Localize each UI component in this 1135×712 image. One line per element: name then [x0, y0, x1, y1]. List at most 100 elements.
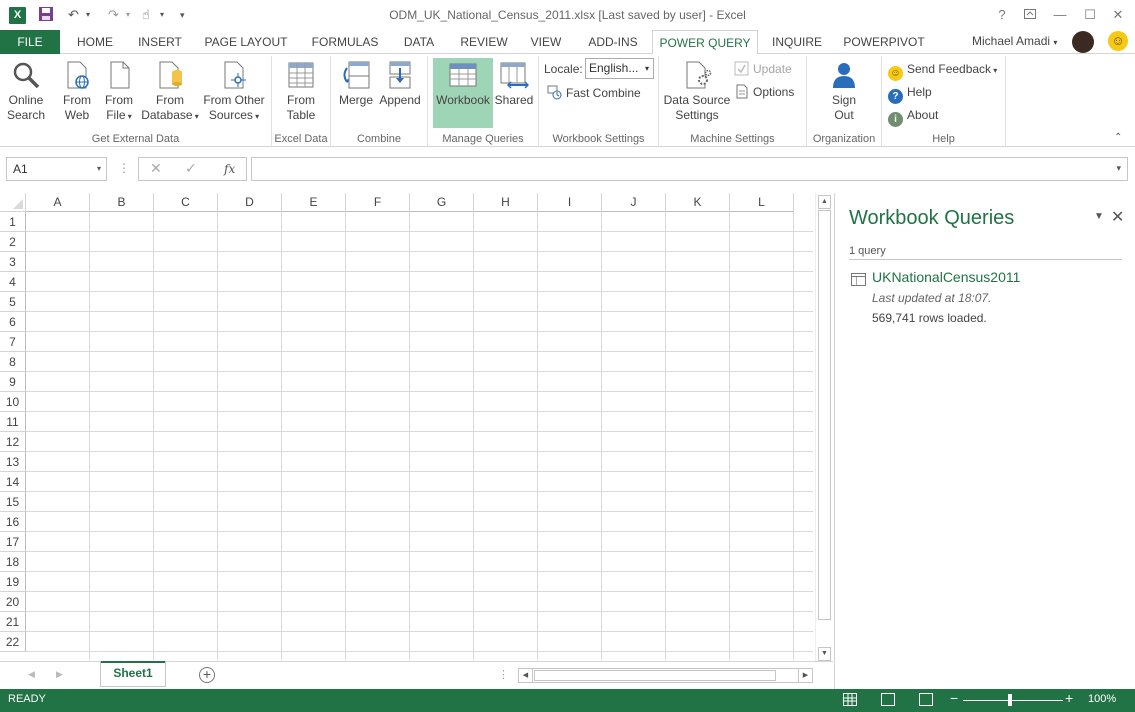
row-header[interactable]: 2 — [0, 232, 26, 252]
row-header[interactable]: 21 — [0, 612, 26, 632]
select-all-button[interactable] — [0, 193, 26, 212]
enter-icon[interactable]: ✓ — [185, 160, 197, 177]
zoom-level[interactable]: 100% — [1088, 693, 1116, 705]
query-list-item[interactable]: UKNationalCensus2011 Last updated at 18:… — [849, 269, 1122, 329]
column-header[interactable]: B — [90, 193, 154, 212]
page-layout-view-icon[interactable] — [881, 693, 895, 706]
row-header[interactable]: 22 — [0, 632, 26, 652]
column-header[interactable]: I — [538, 193, 602, 212]
tab-view[interactable]: VIEW — [522, 30, 570, 54]
next-sheet-icon[interactable]: ▶ — [56, 669, 63, 680]
prev-sheet-icon[interactable]: ◀ — [28, 669, 35, 680]
row-header[interactable]: 1 — [0, 212, 26, 232]
scroll-up-icon[interactable]: ▲ — [818, 195, 831, 209]
help-icon[interactable]: ? — [992, 6, 1012, 24]
from-file-button[interactable]: From File ▾ — [98, 58, 140, 130]
zoom-out-icon[interactable]: − — [950, 690, 958, 706]
from-web-button[interactable]: From Web — [56, 58, 98, 130]
row-header[interactable]: 4 — [0, 272, 26, 292]
vertical-scrollbar[interactable]: ▲ ▼ — [815, 193, 833, 663]
cancel-icon[interactable]: ✕ — [150, 160, 162, 177]
maximize-icon[interactable]: ☐ — [1080, 6, 1100, 24]
append-button[interactable]: Append — [377, 58, 423, 130]
scroll-down-icon[interactable]: ▼ — [818, 647, 831, 661]
sign-out-button[interactable]: Sign Out — [821, 58, 867, 130]
page-break-view-icon[interactable] — [919, 693, 933, 706]
locale-select[interactable]: English... ▾ — [585, 58, 654, 79]
cell-area[interactable] — [26, 212, 813, 660]
options-button[interactable]: Options — [734, 82, 794, 102]
close-icon[interactable]: ✕ — [1108, 6, 1128, 24]
horizontal-scrollbar[interactable]: ◀ ▶ — [518, 668, 813, 683]
tab-split-grip-icon[interactable]: ⋮ — [498, 668, 509, 681]
row-header[interactable]: 12 — [0, 432, 26, 452]
formula-input[interactable]: ▾ — [251, 157, 1128, 181]
tab-insert[interactable]: INSERT — [130, 30, 190, 54]
send-feedback-button[interactable]: ☺ Send Feedback ▾ — [888, 59, 997, 81]
zoom-in-icon[interactable]: + — [1065, 690, 1073, 706]
smiley-feedback-icon[interactable]: ☺ — [1108, 31, 1128, 51]
data-source-settings-button[interactable]: Data Source Settings — [663, 58, 731, 130]
merge-button[interactable]: Merge — [335, 58, 377, 130]
tab-home[interactable]: HOME — [66, 30, 124, 54]
row-header[interactable]: 11 — [0, 412, 26, 432]
row-header[interactable]: 7 — [0, 332, 26, 352]
tab-review[interactable]: REVIEW — [452, 30, 516, 54]
tab-page-layout[interactable]: PAGE LAYOUT — [196, 30, 296, 54]
column-header[interactable]: K — [666, 193, 730, 212]
online-search-button[interactable]: Online Search — [4, 58, 48, 130]
row-header[interactable]: 9 — [0, 372, 26, 392]
fast-combine-button[interactable]: Fast Combine — [547, 83, 641, 103]
row-header[interactable]: 6 — [0, 312, 26, 332]
column-header[interactable]: C — [154, 193, 218, 212]
tab-inquire[interactable]: INQUIRE — [764, 30, 830, 54]
workbook-queries-button[interactable]: Workbook — [433, 58, 493, 128]
column-header[interactable]: J — [602, 193, 666, 212]
row-header[interactable]: 16 — [0, 512, 26, 532]
from-table-button[interactable]: From Table — [278, 58, 324, 130]
row-header[interactable]: 10 — [0, 392, 26, 412]
zoom-slider-thumb[interactable] — [1008, 694, 1012, 706]
column-header[interactable]: E — [282, 193, 346, 212]
shared-queries-button[interactable]: Shared — [494, 58, 534, 130]
column-header[interactable]: L — [730, 193, 794, 212]
row-header[interactable]: 14 — [0, 472, 26, 492]
column-header[interactable]: F — [346, 193, 410, 212]
update-button[interactable]: Update — [734, 59, 792, 79]
row-header[interactable]: 20 — [0, 592, 26, 612]
collapse-ribbon-icon[interactable]: ⌃ — [1114, 132, 1122, 143]
name-box[interactable]: A1 ▾ — [6, 157, 107, 181]
avatar[interactable] — [1072, 31, 1094, 53]
from-database-button[interactable]: From Database ▾ — [140, 58, 200, 130]
horizontal-scroll-thumb[interactable] — [534, 670, 776, 681]
column-header[interactable]: G — [410, 193, 474, 212]
tab-power-query[interactable]: POWER QUERY — [652, 30, 758, 55]
row-header[interactable]: 3 — [0, 252, 26, 272]
column-header[interactable]: A — [26, 193, 90, 212]
row-header[interactable]: 13 — [0, 452, 26, 472]
row-header[interactable]: 18 — [0, 552, 26, 572]
insert-function-icon[interactable]: fx — [224, 162, 235, 176]
pane-close-icon[interactable]: ✕ — [1111, 207, 1124, 227]
scroll-left-icon[interactable]: ◀ — [519, 669, 533, 682]
tab-formulas[interactable]: FORMULAS — [302, 30, 388, 54]
tab-file[interactable]: FILE — [0, 30, 60, 54]
row-header[interactable]: 8 — [0, 352, 26, 372]
from-other-sources-button[interactable]: From Other Sources ▾ — [200, 58, 268, 130]
add-sheet-icon[interactable]: + — [199, 667, 215, 683]
row-header[interactable]: 15 — [0, 492, 26, 512]
vertical-scroll-thumb[interactable] — [818, 210, 831, 620]
zoom-slider[interactable] — [963, 700, 1063, 701]
column-header[interactable]: H — [474, 193, 538, 212]
query-name[interactable]: UKNationalCensus2011 — [872, 269, 1020, 285]
pane-options-icon[interactable]: ▼ — [1094, 211, 1104, 222]
tab-powerpivot[interactable]: POWERPIVOT — [836, 30, 932, 54]
row-header[interactable]: 17 — [0, 532, 26, 552]
row-header[interactable]: 19 — [0, 572, 26, 592]
tab-data[interactable]: DATA — [394, 30, 444, 54]
tab-add-ins[interactable]: ADD-INS — [578, 30, 648, 54]
minimize-icon[interactable]: — — [1050, 6, 1070, 24]
normal-view-icon[interactable] — [843, 693, 857, 706]
row-header[interactable]: 5 — [0, 292, 26, 312]
formula-bar-grip-icon[interactable]: ⋮ — [118, 161, 130, 175]
